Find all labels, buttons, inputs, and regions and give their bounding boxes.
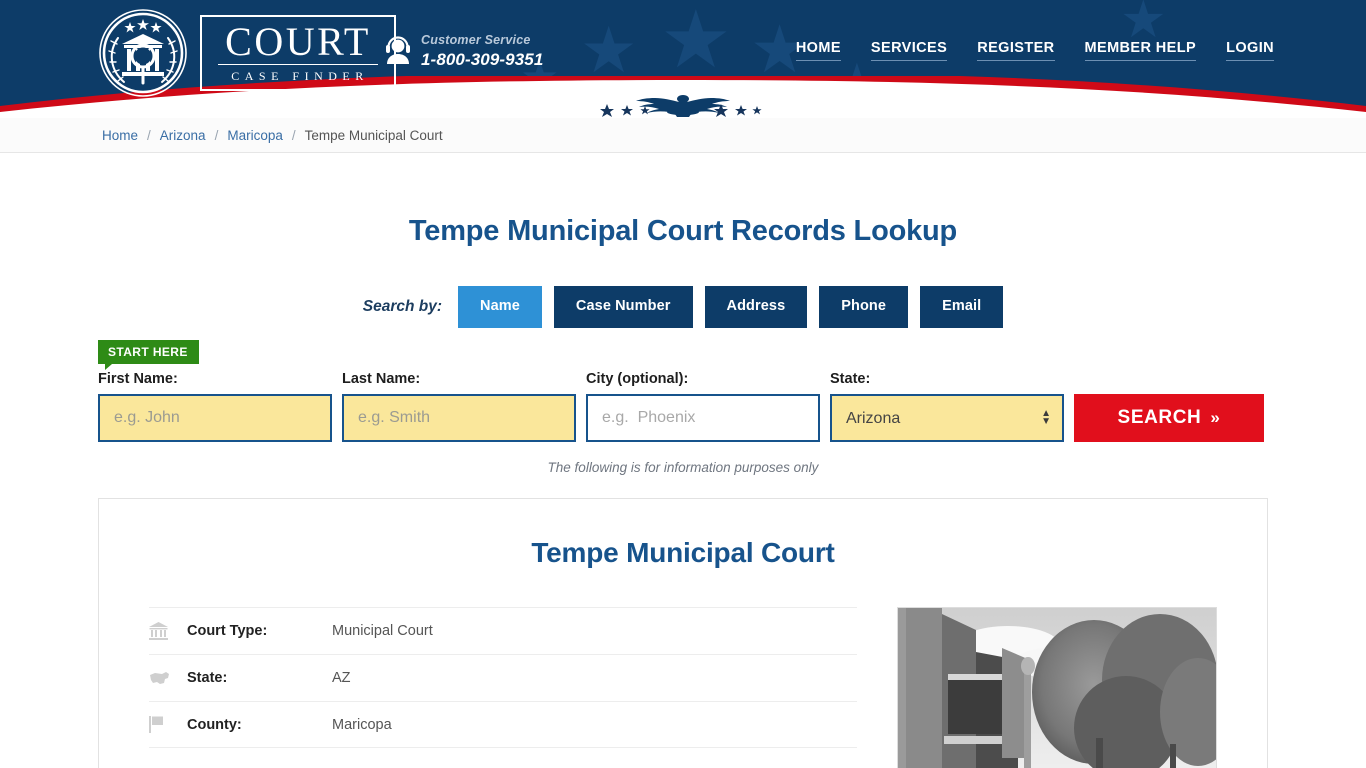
search-by-label: Search by: (362, 298, 443, 315)
first-name-label: First Name: (98, 371, 178, 387)
table-row: State: AZ (149, 654, 857, 701)
breadcrumb-item-arizona[interactable]: Arizona (160, 128, 206, 143)
eagle-emblem-icon (600, 95, 762, 117)
first-name-input[interactable] (98, 394, 332, 442)
court-building-photo (897, 607, 1217, 768)
detail-label: County: (187, 716, 242, 733)
site-header: ★ ★ ★ ★ ★ ★ (0, 0, 1366, 118)
breadcrumb-separator: / (291, 127, 296, 143)
bank-icon (149, 622, 187, 640)
detail-label: State: (187, 670, 228, 686)
breadcrumb-item-current: Tempe Municipal Court (304, 127, 443, 143)
last-name-field-group: Last Name: (342, 371, 576, 442)
search-button-label: SEARCH (1117, 407, 1202, 428)
first-name-field-group: First Name: (98, 371, 332, 442)
detail-value: AZ (332, 670, 351, 686)
search-by-tabs: Search by: Name Case Number Address Phon… (0, 286, 1366, 328)
site-logo[interactable]: COURT CASE FINDER (98, 8, 396, 98)
breadcrumb-item-home[interactable]: Home (102, 128, 138, 143)
court-emblem-icon (99, 9, 187, 97)
breadcrumb-separator: / (214, 127, 219, 143)
table-row: Court Type: Municipal Court (149, 607, 857, 654)
search-form: START HERE First Name: Last Name: City (… (0, 340, 1366, 442)
logo-title: COURT (218, 21, 378, 65)
nav-item-register[interactable]: REGISTER (977, 40, 1055, 61)
logo-subtitle: CASE FINDER (231, 69, 369, 83)
court-detail-table: Court Type: Municipal Court State: AZ Co… (149, 607, 857, 768)
detail-value: Municipal Court (332, 623, 433, 639)
search-button[interactable]: SEARCH » (1074, 394, 1264, 442)
search-form-row: First Name: Last Name: City (optional): … (98, 371, 1268, 442)
nav-item-home[interactable]: HOME (795, 40, 841, 61)
nav-item-member-help[interactable]: MEMBER HELP (1084, 40, 1197, 61)
tab-email[interactable]: Email (920, 286, 1004, 328)
headset-support-icon (386, 36, 410, 65)
nav-item-login[interactable]: LOGIN (1226, 40, 1274, 61)
main-navigation: HOME SERVICES REGISTER MEMBER HELP LOGIN (795, 40, 1274, 61)
court-detail-card: Tempe Municipal Court Court Type: Munici… (98, 498, 1268, 768)
map-usa-icon (149, 671, 187, 686)
last-name-label: Last Name: (342, 371, 421, 387)
city-label: City (optional): (586, 371, 689, 387)
court-name-title: Tempe Municipal Court (531, 537, 835, 568)
chevron-right-double-icon: » (1210, 408, 1221, 427)
breadcrumb-separator: / (147, 127, 151, 143)
customer-service-label: Customer Service (421, 33, 531, 47)
breadcrumb: Home / Arizona / Maricopa / Tempe Munici… (0, 118, 1366, 153)
logo-wordmark: COURT CASE FINDER (200, 15, 396, 91)
detail-value: Maricopa (332, 716, 392, 733)
state-field-group: State: Arizona ▲ ▼ (830, 371, 1064, 442)
state-label: State: (830, 371, 871, 387)
court-building-photo-graphic (898, 608, 1216, 768)
main-content: Tempe Municipal Court Records Lookup Sea… (0, 215, 1366, 768)
tab-case-number[interactable]: Case Number (553, 286, 693, 328)
customer-service-phone[interactable]: 1-800-309-9351 (421, 49, 543, 70)
tab-name[interactable]: Name (458, 286, 542, 328)
tab-phone[interactable]: Phone (819, 286, 909, 328)
last-name-input[interactable] (342, 394, 576, 442)
start-here-badge: START HERE (98, 340, 199, 370)
city-field-group: City (optional): (586, 371, 820, 442)
flag-icon (149, 716, 187, 733)
detail-label: Court Type: (187, 623, 268, 639)
table-row: County: Maricopa (149, 701, 857, 748)
customer-service-block: Customer Service 1-800-309-9351 (384, 33, 543, 70)
city-input[interactable] (586, 394, 820, 442)
info-note: The following is for information purpose… (547, 460, 819, 475)
state-select[interactable]: Arizona (830, 394, 1064, 442)
nav-item-services[interactable]: SERVICES (870, 40, 948, 61)
page-title: Tempe Municipal Court Records Lookup (408, 215, 958, 247)
breadcrumb-item-maricopa[interactable]: Maricopa (227, 128, 283, 143)
tab-address[interactable]: Address (704, 286, 808, 328)
